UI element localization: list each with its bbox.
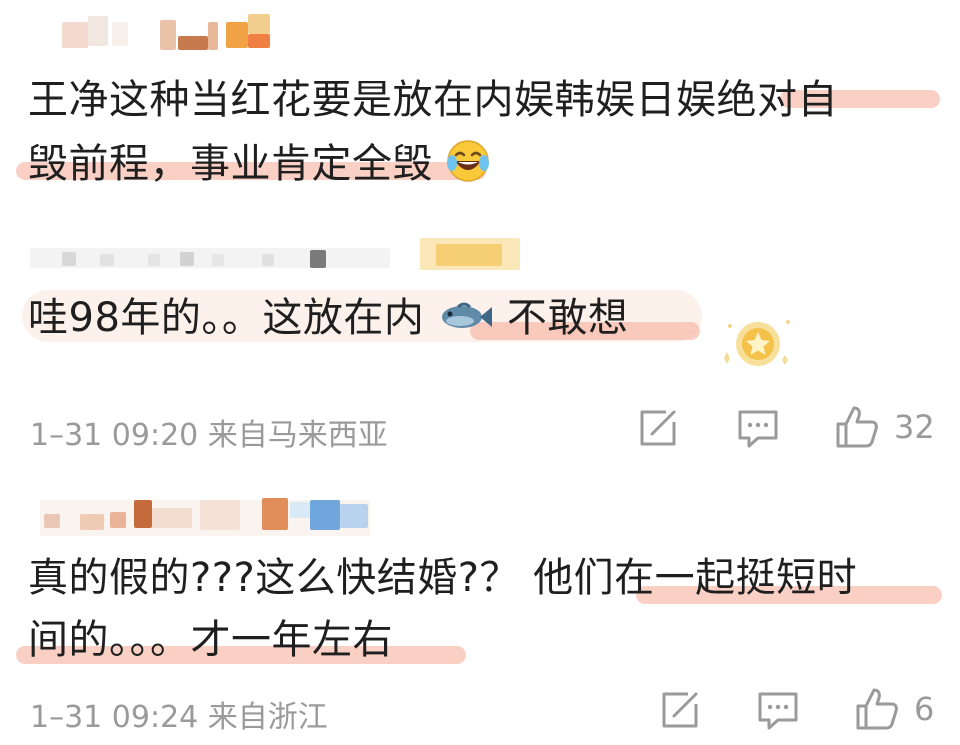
share-edit-icon[interactable] xyxy=(636,406,680,450)
laughing-tears-icon xyxy=(446,139,490,183)
comment-meta: 1–31 09:24 来自浙江 xyxy=(30,700,328,735)
comment-text-line: 间的。。。才一年左右 xyxy=(28,617,393,663)
comment-text-segment: 哇98年的。。这放在内 xyxy=(28,295,425,341)
comment-text-segment: 不敢想 xyxy=(506,295,629,341)
comment-icon[interactable] xyxy=(756,688,800,732)
like-count: 6 xyxy=(914,690,935,728)
thumbs-up-icon[interactable] xyxy=(854,684,900,732)
comment-text-line: 毁前程，事业肯定全毁 xyxy=(28,134,490,194)
like-count: 32 xyxy=(894,408,935,446)
thumbs-up-icon[interactable] xyxy=(834,402,880,450)
comment-text-segment: 毁前程，事业肯定全毁 xyxy=(28,141,433,187)
star-badge-icon xyxy=(722,312,794,372)
share-edit-icon[interactable] xyxy=(658,688,702,732)
comment-text-line: 王净这种当红花要是放在内娱韩娱日娱绝对自 xyxy=(28,77,838,123)
comment-text-line: 真的假的???这么快结婚?？ 他们在一起挺短时 xyxy=(28,555,858,601)
fish-icon xyxy=(438,294,494,334)
comment-meta: 1–31 09:20 来自马来西亚 xyxy=(30,418,388,453)
comment-text-line: 哇98年的。。这放在内 不敢想 xyxy=(28,288,628,348)
comment-icon[interactable] xyxy=(736,406,780,450)
